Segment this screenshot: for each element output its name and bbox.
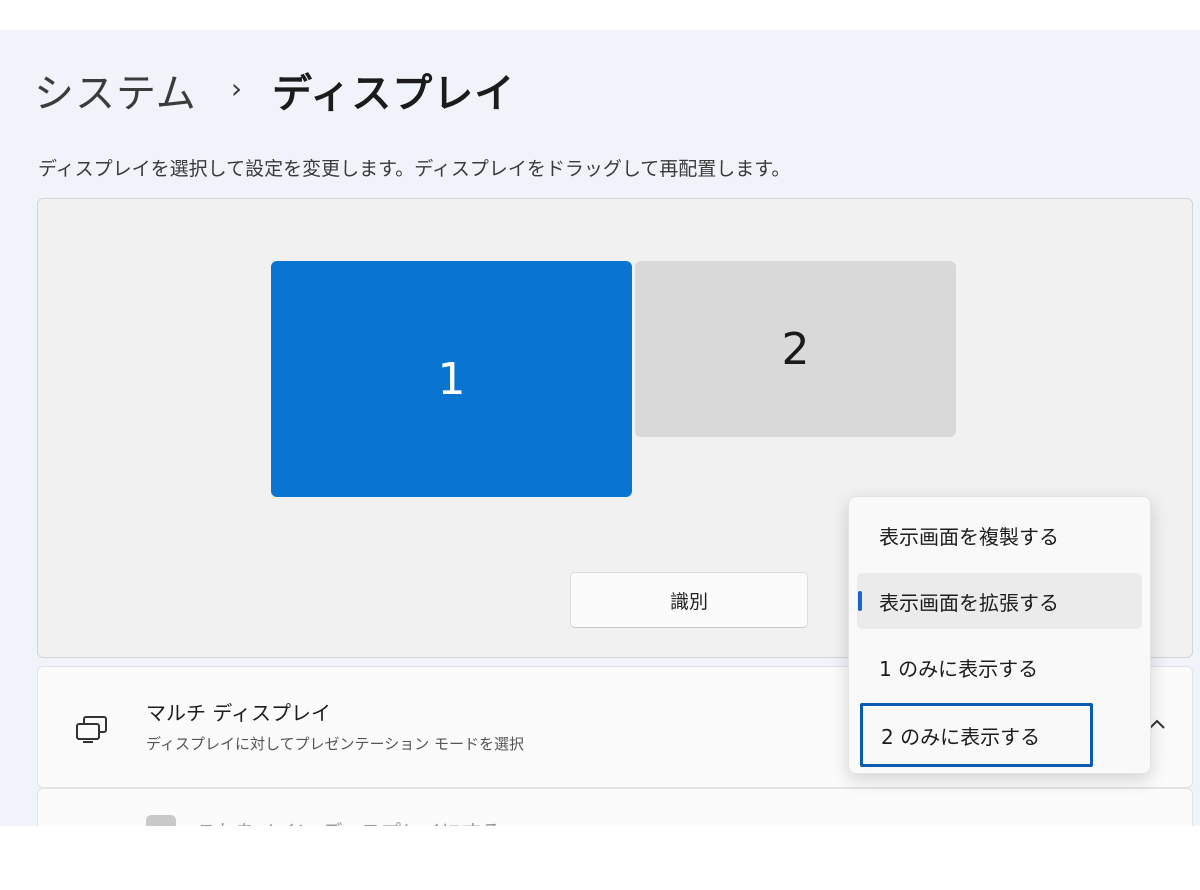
breadcrumb-parent[interactable]: システム [34,61,197,119]
option-show-only-1-label: 1 のみに表示する [879,656,1039,681]
option-duplicate[interactable]: 表示画面を複製する [857,507,1142,563]
option-extend[interactable]: 表示画面を拡張する [857,573,1142,629]
breadcrumb: システム › ディスプレイ [34,60,515,120]
presentation-mode-dropdown: 表示画面を複製する 表示画面を拡張する 1 のみに表示する 2 のみに表示する [848,496,1151,774]
monitor-2-label: 2 [781,323,810,375]
make-main-display-row: これをメイン ディスプレイにする [37,788,1193,826]
option-show-only-2[interactable]: 2 のみに表示する [860,703,1093,767]
page-title: ディスプレイ [272,71,516,117]
monitor-1-label: 1 [437,353,466,405]
option-extend-label: 表示画面を拡張する [879,590,1059,615]
option-show-only-1[interactable]: 1 のみに表示する [857,639,1142,695]
page-description: ディスプレイを選択して設定を変更します。ディスプレイをドラッグして再配置します。 [38,158,791,180]
multi-display-icon [76,716,107,743]
main-display-checkbox[interactable] [146,815,176,826]
option-show-only-2-label: 2 のみに表示する [881,724,1041,749]
multi-display-subtitle: ディスプレイに対してプレゼンテーション モードを選択 [146,735,524,753]
multi-display-title: マルチ ディスプレイ [146,701,331,725]
monitor-2[interactable]: 2 [635,261,956,437]
breadcrumb-chevron-icon: › [230,71,243,105]
settings-page: システム › ディスプレイ ディスプレイを選択して設定を変更します。ディスプレイ… [0,30,1200,826]
option-duplicate-label: 表示画面を複製する [879,524,1059,549]
main-display-label: これをメイン ディスプレイにする [196,816,501,826]
identify-button[interactable]: 識別 [570,572,808,628]
selected-indicator [858,591,862,611]
monitor-1[interactable]: 1 [271,261,632,497]
